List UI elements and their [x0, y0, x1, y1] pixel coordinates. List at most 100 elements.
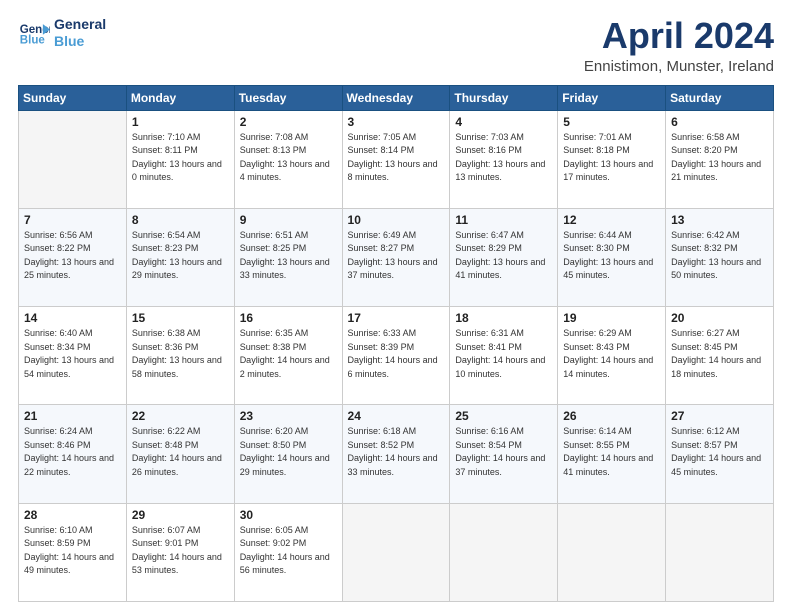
- day-info: Sunrise: 6:20 AMSunset: 8:50 PMDaylight:…: [240, 425, 337, 479]
- day-cell: 10Sunrise: 6:49 AMSunset: 8:27 PMDayligh…: [342, 208, 450, 306]
- day-info: Sunrise: 6:38 AMSunset: 8:36 PMDaylight:…: [132, 327, 229, 381]
- day-number: 8: [132, 213, 229, 227]
- day-cell: [558, 503, 666, 601]
- header: General Blue General Blue April 2024 Enn…: [18, 16, 774, 75]
- day-number: 27: [671, 409, 768, 423]
- col-header-saturday: Saturday: [666, 85, 774, 110]
- day-cell: 5 Sunrise: 7:01 AMSunset: 8:18 PMDaylight…: [558, 110, 666, 208]
- day-info: Sunrise: 6:16 AMSunset: 8:54 PMDaylight:…: [455, 425, 552, 479]
- subtitle: Ennistimon, Munster, Ireland: [584, 58, 774, 75]
- day-cell: 17Sunrise: 6:33 AMSunset: 8:39 PMDayligh…: [342, 307, 450, 405]
- day-number: 6: [671, 115, 768, 129]
- day-info: Sunrise: 6:22 AMSunset: 8:48 PMDaylight:…: [132, 425, 229, 479]
- col-header-friday: Friday: [558, 85, 666, 110]
- day-number: 1: [132, 115, 229, 129]
- day-number: 3: [348, 115, 445, 129]
- day-cell: 20Sunrise: 6:27 AMSunset: 8:45 PMDayligh…: [666, 307, 774, 405]
- day-cell: 18 Sunrise: 6:31 AMSunset: 8:41 PMDayligh…: [450, 307, 558, 405]
- week-row-1: 1 Sunrise: 7:10 AMSunset: 8:11 PMDaylight…: [19, 110, 774, 208]
- day-number: 29: [132, 508, 229, 522]
- day-number: 23: [240, 409, 337, 423]
- week-row-5: 28 Sunrise: 6:10 AMSunset: 8:59 PMDayligh…: [19, 503, 774, 601]
- col-header-sunday: Sunday: [19, 85, 127, 110]
- logo-icon: General Blue: [18, 17, 50, 49]
- week-row-2: 7Sunrise: 6:56 AMSunset: 8:22 PMDaylight…: [19, 208, 774, 306]
- day-number: 12: [563, 213, 660, 227]
- day-number: 7: [24, 213, 121, 227]
- col-header-monday: Monday: [126, 85, 234, 110]
- day-number: 16: [240, 311, 337, 325]
- col-header-thursday: Thursday: [450, 85, 558, 110]
- day-cell: 3 Sunrise: 7:05 AMSunset: 8:14 PMDaylight…: [342, 110, 450, 208]
- day-number: 19: [563, 311, 660, 325]
- day-number: 2: [240, 115, 337, 129]
- day-number: 28: [24, 508, 121, 522]
- day-info: Sunrise: 6:14 AMSunset: 8:55 PMDaylight:…: [563, 425, 660, 479]
- day-info: Sunrise: 6:54 AMSunset: 8:23 PMDaylight:…: [132, 229, 229, 283]
- day-cell: 23 Sunrise: 6:20 AMSunset: 8:50 PMDayligh…: [234, 405, 342, 503]
- day-info: Sunrise: 6:49 AMSunset: 8:27 PMDaylight:…: [348, 229, 445, 283]
- day-cell: 21 Sunrise: 6:24 AMSunset: 8:46 PMDayligh…: [19, 405, 127, 503]
- logo-general: General: [54, 16, 106, 33]
- day-number: 26: [563, 409, 660, 423]
- week-row-4: 21 Sunrise: 6:24 AMSunset: 8:46 PMDayligh…: [19, 405, 774, 503]
- calendar-header-row: SundayMondayTuesdayWednesdayThursdayFrid…: [19, 85, 774, 110]
- day-number: 17: [348, 311, 445, 325]
- day-info: Sunrise: 6:44 AMSunset: 8:30 PMDaylight:…: [563, 229, 660, 283]
- day-cell: 2 Sunrise: 7:08 AMSunset: 8:13 PMDaylight…: [234, 110, 342, 208]
- day-number: 21: [24, 409, 121, 423]
- day-cell: 8 Sunrise: 6:54 AMSunset: 8:23 PMDaylight…: [126, 208, 234, 306]
- calendar-table: SundayMondayTuesdayWednesdayThursdayFrid…: [18, 85, 774, 602]
- logo: General Blue General Blue: [18, 16, 106, 50]
- day-cell: 6Sunrise: 6:58 AMSunset: 8:20 PMDaylight…: [666, 110, 774, 208]
- day-cell: 9 Sunrise: 6:51 AMSunset: 8:25 PMDaylight…: [234, 208, 342, 306]
- day-cell: 12 Sunrise: 6:44 AMSunset: 8:30 PMDayligh…: [558, 208, 666, 306]
- day-cell: [19, 110, 127, 208]
- day-number: 9: [240, 213, 337, 227]
- day-info: Sunrise: 6:12 AMSunset: 8:57 PMDaylight:…: [671, 425, 768, 479]
- day-cell: 29Sunrise: 6:07 AMSunset: 9:01 PMDayligh…: [126, 503, 234, 601]
- day-info: Sunrise: 6:27 AMSunset: 8:45 PMDaylight:…: [671, 327, 768, 381]
- day-cell: [450, 503, 558, 601]
- day-cell: 22Sunrise: 6:22 AMSunset: 8:48 PMDayligh…: [126, 405, 234, 503]
- day-cell: 27 Sunrise: 6:12 AMSunset: 8:57 PMDayligh…: [666, 405, 774, 503]
- day-cell: 1 Sunrise: 7:10 AMSunset: 8:11 PMDaylight…: [126, 110, 234, 208]
- day-number: 18: [455, 311, 552, 325]
- day-cell: 11 Sunrise: 6:47 AMSunset: 8:29 PMDayligh…: [450, 208, 558, 306]
- logo-blue: Blue: [54, 33, 106, 50]
- day-number: 24: [348, 409, 445, 423]
- day-cell: [666, 503, 774, 601]
- title-block: April 2024 Ennistimon, Munster, Ireland: [584, 16, 774, 75]
- day-info: Sunrise: 7:03 AMSunset: 8:16 PMDaylight:…: [455, 131, 552, 185]
- day-info: Sunrise: 6:18 AMSunset: 8:52 PMDaylight:…: [348, 425, 445, 479]
- day-cell: 26 Sunrise: 6:14 AMSunset: 8:55 PMDayligh…: [558, 405, 666, 503]
- day-info: Sunrise: 7:01 AMSunset: 8:18 PMDaylight:…: [563, 131, 660, 185]
- day-info: Sunrise: 6:42 AMSunset: 8:32 PMDaylight:…: [671, 229, 768, 283]
- day-info: Sunrise: 7:08 AMSunset: 8:13 PMDaylight:…: [240, 131, 337, 185]
- day-number: 30: [240, 508, 337, 522]
- day-info: Sunrise: 6:29 AMSunset: 8:43 PMDaylight:…: [563, 327, 660, 381]
- day-cell: 13Sunrise: 6:42 AMSunset: 8:32 PMDayligh…: [666, 208, 774, 306]
- week-row-3: 14Sunrise: 6:40 AMSunset: 8:34 PMDayligh…: [19, 307, 774, 405]
- svg-text:Blue: Blue: [20, 34, 46, 46]
- col-header-tuesday: Tuesday: [234, 85, 342, 110]
- day-info: Sunrise: 6:05 AMSunset: 9:02 PMDaylight:…: [240, 524, 337, 578]
- day-info: Sunrise: 7:10 AMSunset: 8:11 PMDaylight:…: [132, 131, 229, 185]
- day-info: Sunrise: 6:47 AMSunset: 8:29 PMDaylight:…: [455, 229, 552, 283]
- day-cell: 16Sunrise: 6:35 AMSunset: 8:38 PMDayligh…: [234, 307, 342, 405]
- day-cell: 7Sunrise: 6:56 AMSunset: 8:22 PMDaylight…: [19, 208, 127, 306]
- day-cell: 14Sunrise: 6:40 AMSunset: 8:34 PMDayligh…: [19, 307, 127, 405]
- day-info: Sunrise: 6:51 AMSunset: 8:25 PMDaylight:…: [240, 229, 337, 283]
- day-info: Sunrise: 6:10 AMSunset: 8:59 PMDaylight:…: [24, 524, 121, 578]
- day-info: Sunrise: 6:40 AMSunset: 8:34 PMDaylight:…: [24, 327, 121, 381]
- day-number: 15: [132, 311, 229, 325]
- day-cell: [342, 503, 450, 601]
- day-number: 4: [455, 115, 552, 129]
- day-number: 5: [563, 115, 660, 129]
- day-info: Sunrise: 6:31 AMSunset: 8:41 PMDaylight:…: [455, 327, 552, 381]
- day-number: 11: [455, 213, 552, 227]
- day-info: Sunrise: 6:24 AMSunset: 8:46 PMDaylight:…: [24, 425, 121, 479]
- day-info: Sunrise: 7:05 AMSunset: 8:14 PMDaylight:…: [348, 131, 445, 185]
- day-cell: 4 Sunrise: 7:03 AMSunset: 8:16 PMDaylight…: [450, 110, 558, 208]
- day-cell: 28 Sunrise: 6:10 AMSunset: 8:59 PMDayligh…: [19, 503, 127, 601]
